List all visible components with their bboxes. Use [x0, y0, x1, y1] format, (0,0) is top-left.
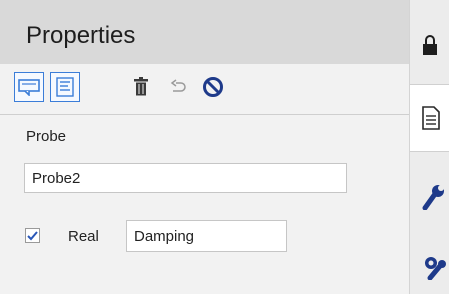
- comment-box-icon: [18, 79, 40, 96]
- side-tab-bar: [410, 0, 449, 294]
- text-lines-icon: [56, 77, 74, 97]
- delete-button[interactable]: [126, 72, 156, 102]
- undo-return-icon: [170, 79, 186, 92]
- side-tab-wrench[interactable]: [410, 172, 449, 220]
- return-button[interactable]: [163, 72, 193, 102]
- disable-button[interactable]: [198, 72, 228, 102]
- toolbar: [0, 64, 409, 115]
- panel-header: Properties: [0, 0, 409, 64]
- side-tab-lock[interactable]: [410, 24, 449, 66]
- probe-label: Probe: [26, 128, 67, 145]
- trash-icon: [134, 77, 148, 96]
- side-tab-document[interactable]: [410, 84, 449, 152]
- wrench-icon: [422, 185, 444, 210]
- real-label: Real: [68, 228, 99, 245]
- gear-wrench-icon: [425, 257, 446, 280]
- ban-icon: [203, 77, 223, 97]
- panel-title: Properties: [26, 22, 136, 49]
- comment-box-button[interactable]: [14, 72, 44, 102]
- probe-name-input[interactable]: [24, 163, 347, 193]
- properties-panel: Properties Probe Probe2 Real Damping: [0, 0, 410, 294]
- side-tab-settings[interactable]: [410, 240, 449, 290]
- checkmark-icon: [27, 230, 38, 240]
- real-value-input[interactable]: [126, 220, 287, 252]
- text-lines-button[interactable]: [50, 72, 80, 102]
- document-icon: [422, 106, 440, 130]
- real-checkbox[interactable]: [25, 228, 40, 243]
- lock-icon: [423, 35, 437, 55]
